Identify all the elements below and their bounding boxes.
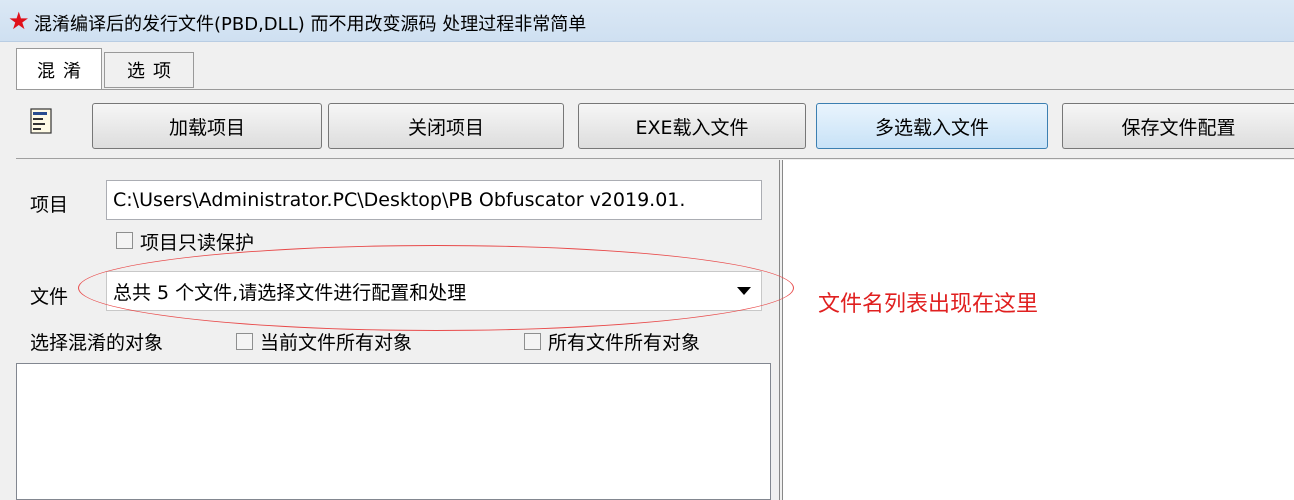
current-file-all-objects-checkbox[interactable] <box>236 333 253 350</box>
multi-select-load-button[interactable]: 多选载入文件 <box>816 103 1048 149</box>
file-label: 文件 <box>30 286 69 308</box>
project-label: 项目 <box>30 194 69 216</box>
save-file-config-button[interactable]: 保存文件配置 <box>1062 103 1294 149</box>
tab-divider <box>16 89 1294 90</box>
current-file-all-objects-label: 当前文件所有对象 <box>260 332 413 354</box>
file-select-dropdown[interactable]: 总共 5 个文件,请选择文件进行配置和处理 <box>106 271 762 311</box>
readonly-protect-label: 项目只读保护 <box>140 232 255 254</box>
annotation-text: 文件名列表出现在这里 <box>818 292 1039 317</box>
window-title: 混淆编译后的发行文件(PBD,DLL) 而不用改变源码 处理过程非常简单 <box>34 14 587 35</box>
title-bar: ★ 混淆编译后的发行文件(PBD,DLL) 而不用改变源码 处理过程非常简单 <box>0 0 1294 42</box>
object-list[interactable] <box>16 363 771 500</box>
project-path-field[interactable]: C:\Users\Administrator.PC\Desktop\PB Obf… <box>106 180 762 220</box>
objects-label: 选择混淆的对象 <box>30 332 164 354</box>
load-project-button[interactable]: 加载项目 <box>92 103 322 149</box>
toolbar-separator <box>16 158 1294 159</box>
tab-options[interactable]: 选项 <box>104 52 194 88</box>
file-list-panel[interactable] <box>782 160 1294 500</box>
project-path-value: C:\Users\Administrator.PC\Desktop\PB Obf… <box>113 189 686 211</box>
form-icon <box>30 108 52 134</box>
all-files-all-objects-label: 所有文件所有对象 <box>548 332 701 354</box>
exe-load-files-button[interactable]: EXE载入文件 <box>578 103 806 149</box>
tab-obfuscate[interactable]: 混淆 <box>16 48 102 90</box>
chevron-down-icon[interactable] <box>737 287 751 295</box>
file-select-value: 总共 5 个文件,请选择文件进行配置和处理 <box>113 281 467 304</box>
readonly-protect-checkbox[interactable] <box>116 232 133 249</box>
red-star-icon: ★ <box>8 7 30 35</box>
close-project-button[interactable]: 关闭项目 <box>328 103 564 149</box>
all-files-all-objects-checkbox[interactable] <box>524 333 541 350</box>
